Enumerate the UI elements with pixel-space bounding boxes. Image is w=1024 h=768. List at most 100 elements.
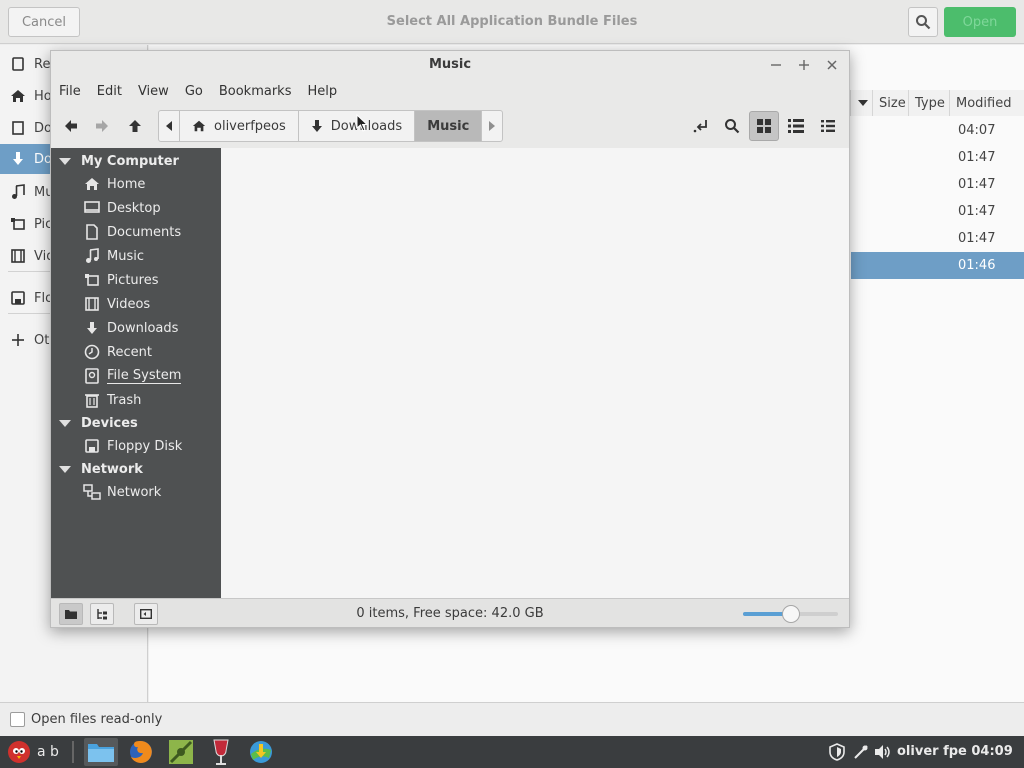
sidebar-item-recent[interactable]: Recent bbox=[83, 341, 152, 363]
section-network[interactable]: Network bbox=[51, 458, 143, 480]
maximize-button[interactable] bbox=[795, 56, 813, 74]
user-clock[interactable]: oliver fpe 04:09 bbox=[897, 744, 1013, 759]
download-icon bbox=[87, 322, 97, 334]
file-row[interactable]: 01:47 bbox=[851, 144, 1024, 171]
angry-bird-icon bbox=[8, 741, 30, 763]
sidebar-label: Network bbox=[107, 484, 162, 500]
taskbar-text: a b bbox=[37, 744, 59, 760]
location-entry-icon bbox=[693, 120, 707, 133]
picture-icon bbox=[85, 274, 99, 286]
breadcrumb-right-button[interactable] bbox=[482, 111, 502, 141]
shield-tray-button[interactable] bbox=[826, 738, 848, 766]
toggle-location-button[interactable] bbox=[686, 111, 716, 141]
plus-icon bbox=[12, 334, 24, 346]
recent-icon bbox=[12, 57, 24, 71]
menu-view[interactable]: View bbox=[130, 79, 177, 105]
minimize-button[interactable] bbox=[767, 56, 785, 74]
taskbar-app-button[interactable] bbox=[164, 738, 198, 766]
search-button[interactable] bbox=[908, 7, 938, 37]
sidebar-item-home[interactable]: Home bbox=[83, 173, 145, 195]
file-row[interactable]: 01:47 bbox=[851, 225, 1024, 252]
file-row[interactable]: 01:47 bbox=[851, 171, 1024, 198]
arrow-left-icon bbox=[65, 120, 77, 132]
column-header-type[interactable]: Type bbox=[908, 90, 949, 116]
taskbar-files-button[interactable] bbox=[84, 738, 118, 766]
file-view-area[interactable] bbox=[221, 148, 849, 598]
taskbar-downloader-button[interactable] bbox=[244, 738, 278, 766]
file-row[interactable]: 01:47 bbox=[851, 198, 1024, 225]
sidebar-item-desktop[interactable]: Desktop bbox=[83, 197, 161, 219]
sidebar-item-pictures[interactable]: Pictures bbox=[83, 269, 158, 291]
breadcrumb-label: Music bbox=[427, 118, 470, 134]
menu-edit[interactable]: Edit bbox=[89, 79, 130, 105]
sidebar-item-videos[interactable]: Videos bbox=[83, 293, 150, 315]
column-header-modified[interactable]: Modified bbox=[949, 90, 1024, 116]
download-icon bbox=[13, 152, 23, 165]
app-icon bbox=[169, 740, 193, 764]
menu-file[interactable]: File bbox=[51, 79, 89, 105]
read-only-checkbox[interactable] bbox=[10, 712, 25, 727]
icon-view-button[interactable] bbox=[749, 111, 779, 141]
sidebar-label: Documents bbox=[107, 224, 182, 240]
sidebar-label: Ot bbox=[34, 332, 50, 348]
clock-icon bbox=[84, 344, 100, 360]
zoom-slider[interactable] bbox=[743, 605, 838, 623]
taskbar-wine-button[interactable] bbox=[204, 738, 238, 766]
sidebar-item-music[interactable]: Music bbox=[83, 245, 144, 267]
close-button[interactable] bbox=[823, 56, 841, 74]
picture-icon bbox=[11, 218, 25, 230]
column-label: Type bbox=[915, 95, 945, 111]
sidebar-item-file-system[interactable]: File System bbox=[83, 365, 182, 387]
menu-bookmarks[interactable]: Bookmarks bbox=[211, 79, 300, 105]
forward-button[interactable] bbox=[88, 112, 116, 140]
document-icon bbox=[12, 121, 24, 135]
sidebar-label: Videos bbox=[107, 296, 151, 312]
sidebar-item-documents[interactable]: Documents bbox=[83, 221, 181, 243]
sidebar-item-downloads[interactable]: Downloads bbox=[83, 317, 178, 339]
sidebar-label: Desktop bbox=[107, 200, 161, 216]
up-button[interactable] bbox=[121, 112, 149, 140]
menu-help[interactable]: Help bbox=[299, 79, 345, 105]
menu-button[interactable] bbox=[4, 738, 34, 766]
modified-cell: 01:47 bbox=[958, 150, 996, 165]
file-row[interactable]: 04:07 bbox=[851, 117, 1024, 144]
file-chooser-header: Cancel Select All Application Bundle Fil… bbox=[0, 0, 1024, 44]
volume-icon bbox=[875, 745, 890, 759]
search-button[interactable] bbox=[717, 111, 747, 141]
drive-icon bbox=[85, 368, 99, 384]
breadcrumb-left-button[interactable] bbox=[159, 111, 180, 141]
menu-go[interactable]: Go bbox=[177, 79, 211, 105]
column-header-size[interactable]: Size bbox=[872, 90, 908, 116]
file-manager-window: Music File Edit View Go Bookmarks Help o… bbox=[50, 50, 850, 628]
breadcrumb-home[interactable]: oliverfpeos bbox=[180, 111, 299, 141]
file-row-selected[interactable]: 01:46 bbox=[851, 252, 1024, 279]
sidebar-item-trash[interactable]: Trash bbox=[83, 389, 141, 411]
volume-tray-button[interactable] bbox=[872, 738, 894, 766]
home-icon bbox=[11, 90, 25, 102]
column-label: Modified bbox=[956, 95, 1012, 111]
section-my-computer[interactable]: My Computer bbox=[51, 150, 179, 172]
zoom-slider-handle[interactable] bbox=[781, 605, 800, 623]
section-devices[interactable]: Devices bbox=[51, 412, 138, 434]
video-icon bbox=[85, 297, 99, 311]
breadcrumb-music[interactable]: Music bbox=[415, 111, 483, 141]
open-button[interactable]: Open bbox=[944, 7, 1016, 37]
column-name-sort[interactable] bbox=[850, 90, 872, 116]
sidebar-label: Recent bbox=[107, 344, 152, 360]
sidebar-label: Floppy Disk bbox=[107, 438, 183, 454]
network-tray-button[interactable] bbox=[850, 738, 872, 766]
floppy-icon bbox=[85, 439, 99, 453]
back-button[interactable] bbox=[57, 112, 85, 140]
toolbar: oliverfpeos Downloads Music bbox=[51, 106, 849, 146]
breadcrumb-label: oliverfpeos bbox=[214, 118, 286, 134]
mouse-cursor-icon bbox=[356, 114, 368, 132]
compact-view-button[interactable] bbox=[813, 111, 843, 141]
close-icon bbox=[827, 60, 837, 70]
taskbar-firefox-button[interactable] bbox=[124, 738, 158, 766]
caret-left-icon bbox=[166, 121, 172, 131]
list-view-button[interactable] bbox=[781, 111, 811, 141]
sidebar-item-network[interactable]: Network bbox=[83, 481, 161, 503]
sidebar-label: File System bbox=[107, 368, 182, 384]
sidebar-item-floppy-disk[interactable]: Floppy Disk bbox=[83, 435, 182, 457]
music-icon bbox=[86, 248, 99, 263]
